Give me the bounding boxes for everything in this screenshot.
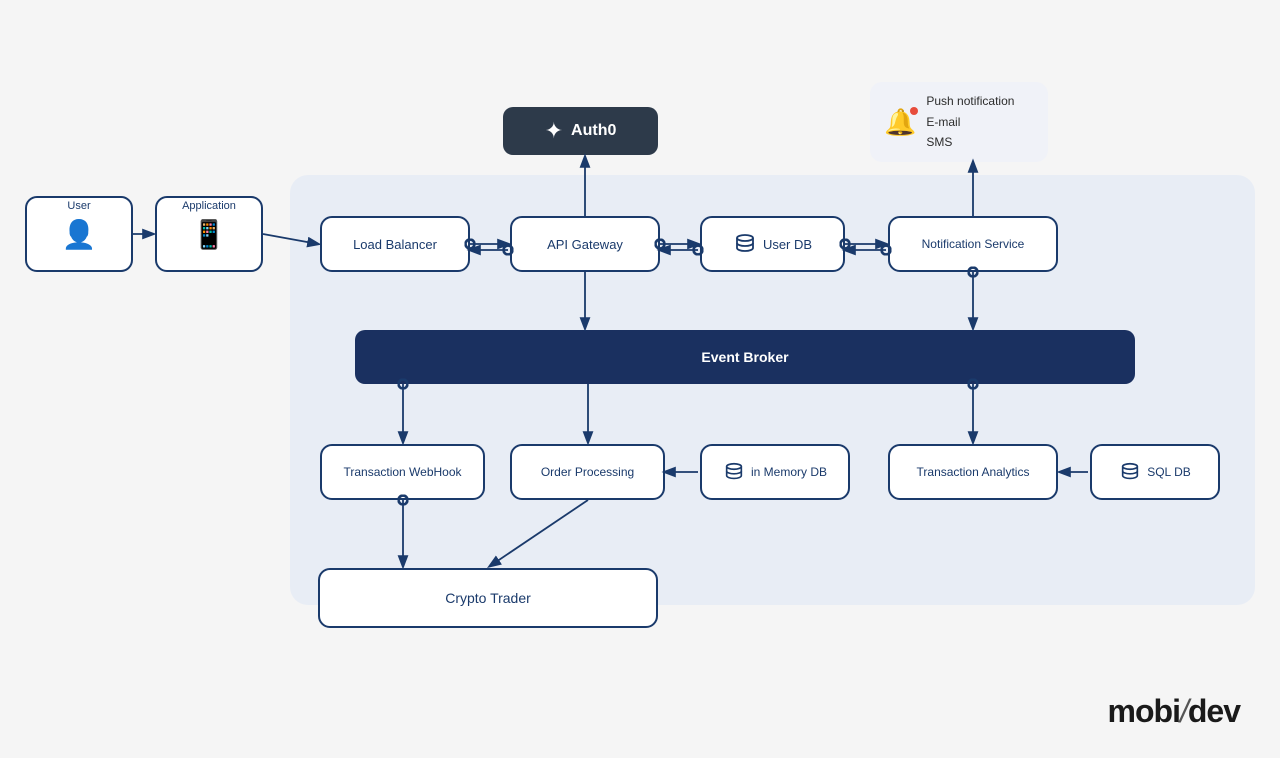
crypto-trader-node: Crypto Trader — [318, 568, 658, 628]
load-balancer-label: Load Balancer — [353, 237, 437, 252]
notif-line2: E-mail — [926, 112, 1014, 132]
transaction-analytics-node: Transaction Analytics — [888, 444, 1058, 500]
in-memory-db-node: in Memory DB — [700, 444, 850, 500]
crypto-trader-label: Crypto Trader — [445, 590, 531, 606]
user-db-node: User DB — [700, 216, 845, 272]
notification-service-label: Notification Service — [922, 237, 1025, 251]
auth0-star-icon: ✦ — [545, 118, 563, 144]
order-processing-node: Order Processing — [510, 444, 665, 500]
auth0-node: ✦ Auth0 — [503, 107, 658, 155]
transaction-webhook-label: Transaction WebHook — [343, 465, 461, 479]
diagram: 🔔 Push notification E-mail SMS ✦ Auth0 U… — [0, 0, 1280, 758]
mobidev-logo: mobi/dev — [1108, 693, 1240, 730]
load-balancer-node: Load Balancer — [320, 216, 470, 272]
logo-slash: / — [1180, 693, 1188, 729]
order-processing-label: Order Processing — [541, 465, 634, 479]
api-gateway-node: API Gateway — [510, 216, 660, 272]
database-icon — [733, 232, 757, 256]
application-node: Application 📱 — [155, 196, 263, 272]
event-broker-label: Event Broker — [701, 349, 788, 365]
api-gateway-label: API Gateway — [547, 237, 623, 252]
in-memory-db-label: in Memory DB — [751, 465, 827, 479]
sql-db-label: SQL DB — [1147, 465, 1191, 479]
logo-text-dev: dev — [1188, 693, 1240, 729]
logo-text-mobi: mobi — [1108, 693, 1180, 729]
transaction-webhook-node: Transaction WebHook — [320, 444, 485, 500]
application-node-label: Application — [182, 200, 236, 212]
person-icon: 👤 — [62, 219, 97, 250]
notification-info-box: 🔔 Push notification E-mail SMS — [870, 82, 1048, 162]
auth0-label: Auth0 — [571, 122, 616, 140]
memory-db-icon — [723, 461, 745, 483]
bell-icon: 🔔 — [884, 107, 916, 138]
sql-db-icon — [1119, 461, 1141, 483]
user-node: User 👤 — [25, 196, 133, 272]
phone-icon: 📱 — [192, 219, 227, 250]
notif-line3: SMS — [926, 132, 1014, 152]
event-broker-node: Event Broker — [355, 330, 1135, 384]
notification-service-node: Notification Service — [888, 216, 1058, 272]
sql-db-node: SQL DB — [1090, 444, 1220, 500]
user-node-label: User — [67, 200, 90, 212]
notif-line1: Push notification — [926, 91, 1014, 111]
user-db-label: User DB — [763, 237, 812, 252]
transaction-analytics-label: Transaction Analytics — [917, 465, 1030, 479]
